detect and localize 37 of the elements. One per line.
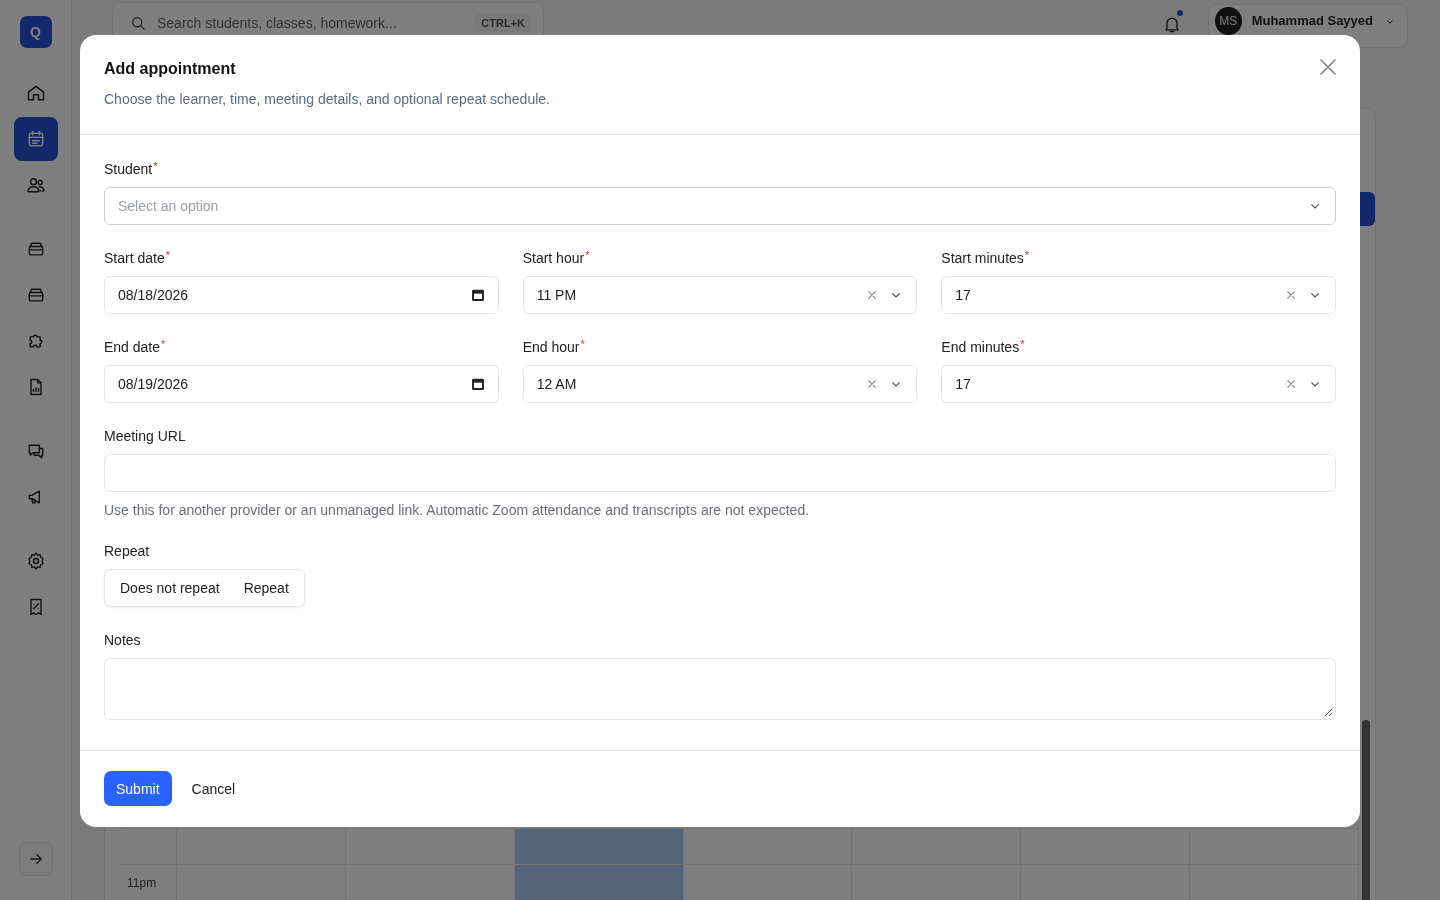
date-field[interactable]: 08/18/2026 — [104, 276, 499, 314]
dialog-description: Choose the learner, time, meeting details, and optional repeat schedule. — [104, 91, 551, 107]
submit-button[interactable]: Submit — [104, 771, 172, 806]
field-label: End hour$^{*}$ — [522, 338, 586, 356]
field-label: Meeting URL — [104, 427, 187, 445]
settings-icon — [25, 551, 46, 571]
field-label: Start hour$^{*}$ — [522, 249, 591, 267]
field-label: End minutes$^{*}$ — [941, 338, 1026, 356]
home-icon — [25, 83, 46, 103]
field-label: Notes — [104, 631, 142, 649]
input-field[interactable] — [104, 454, 1336, 492]
field-label: Start minutes$^{*}$ — [941, 249, 1031, 267]
field-label: End date$^{*}$ — [104, 338, 167, 356]
select-field[interactable]: 11 PM — [522, 276, 918, 314]
time-label: 11pm — [127, 875, 157, 890]
select-field[interactable]: 17 — [941, 276, 1336, 314]
notes-field[interactable] — [104, 658, 1336, 720]
expand-button[interactable] — [18, 842, 53, 876]
calendar-icon — [469, 287, 486, 303]
scrollbar[interactable] — [1362, 720, 1370, 900]
calendar-cell[interactable] — [514, 865, 684, 900]
help-text: Use this for another provider or an unmanaged link. Automatic Zoom attendance and transcripts are not expected. — [104, 502, 811, 518]
users-icon — [25, 175, 46, 195]
field-label: Repeat — [104, 542, 151, 560]
calendar-icon — [469, 376, 486, 392]
date-field[interactable]: 08/19/2026 — [104, 365, 499, 403]
dialog-title: Add appointment — [104, 60, 236, 78]
select-field[interactable]: 17 — [941, 365, 1336, 403]
field-label: Student$^{*}$ — [104, 160, 159, 178]
sidebar-item[interactable] — [13, 117, 58, 161]
calendar-cell[interactable] — [514, 829, 684, 864]
field-label: Start date$^{*}$ — [104, 249, 171, 267]
shortcut-badge: CTRL+K — [475, 14, 531, 32]
resize-handle-icon[interactable] — [1324, 708, 1333, 717]
search-icon — [129, 14, 147, 32]
select-field[interactable]: 12 AM — [522, 365, 918, 403]
avatar: MS — [1215, 7, 1242, 35]
